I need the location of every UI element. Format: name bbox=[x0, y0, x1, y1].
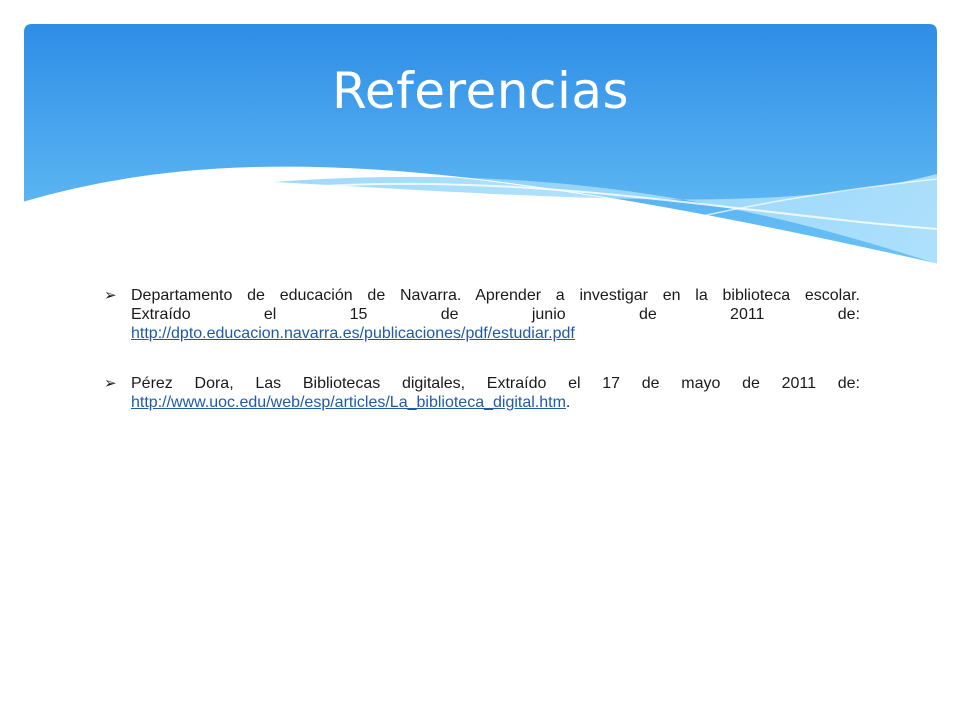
header-banner bbox=[24, 24, 937, 264]
reference-link[interactable]: http://dpto.educacion.navarra.es/publica… bbox=[131, 325, 575, 342]
reference-link[interactable]: http://www.uoc.edu/web/esp/articles/La_b… bbox=[131, 394, 566, 411]
reference-item: ➢ Pérez Dora, Las Bibliotecas digitales,… bbox=[104, 374, 860, 412]
reference-text: Pérez Dora, Las Bibliotecas digitales, E… bbox=[131, 375, 860, 392]
reference-list: ➢ Departamento de educación de Navarra. … bbox=[104, 286, 860, 412]
slide: Referencias ➢ Departamento de educación … bbox=[0, 0, 960, 720]
reference-text: Departamento de educación de Navarra. Ap… bbox=[131, 287, 860, 304]
arrow-bullet-icon: ➢ bbox=[104, 286, 117, 304]
arrow-bullet-icon: ➢ bbox=[104, 374, 117, 392]
reference-suffix: . bbox=[565, 394, 571, 411]
reference-text-continued: Extraído el 15 de junio de 2011 de: bbox=[131, 306, 860, 323]
slide-title: Referencias bbox=[331, 62, 630, 120]
wave-banner-graphic bbox=[24, 24, 937, 264]
reference-item: ➢ Departamento de educación de Navarra. … bbox=[104, 286, 860, 343]
